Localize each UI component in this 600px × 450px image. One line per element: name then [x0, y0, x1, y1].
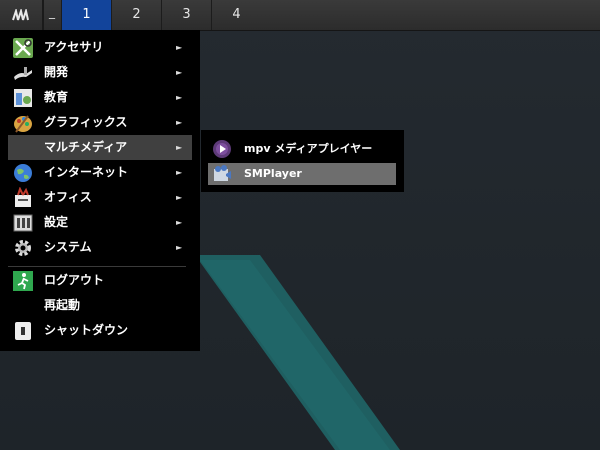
menu-item-graphics[interactable]: グラフィックス ► — [8, 110, 200, 135]
menu-item-label: ログアウト — [44, 273, 105, 287]
mpv-icon — [213, 140, 231, 158]
launcher-logo-icon — [12, 9, 29, 21]
menu-item-internet[interactable]: インターネット ► — [8, 160, 200, 185]
menu-item-system[interactable]: システム ► — [8, 235, 200, 260]
submenu-item-mpv[interactable]: mpv メディアプレイヤー — [208, 138, 396, 160]
submenu-arrow-icon: ► — [176, 93, 183, 102]
menu-divider — [8, 266, 186, 267]
smplayer-icon — [214, 165, 231, 181]
multimedia-submenu: mpv メディアプレイヤー SMPlayer — [201, 130, 404, 192]
workspace-1-button[interactable]: 1 — [61, 0, 111, 30]
menu-item-label: 教育 — [44, 90, 69, 104]
submenu-arrow-icon: ► — [176, 118, 183, 127]
office-icon — [15, 187, 31, 207]
workspace-2-button[interactable]: 2 — [111, 0, 161, 30]
menu-item-label: システム — [44, 240, 92, 254]
submenu-arrow-icon: ► — [176, 193, 183, 202]
menu-item-settings[interactable]: 設定 ► — [8, 210, 200, 235]
application-menu: アクセサリ ► 開発 ► 教育 ► グラフィックス ► マルチメディア ► イン… — [0, 30, 200, 351]
menu-item-label: 再起動 — [44, 298, 81, 312]
submenu-item-label: mpv メディアプレイヤー — [244, 142, 373, 155]
accessories-icon — [13, 38, 33, 58]
workspace-4-button[interactable]: 4 — [211, 0, 261, 30]
menu-launcher-button[interactable] — [0, 0, 42, 30]
graphics-icon — [14, 115, 32, 133]
submenu-arrow-icon: ► — [176, 243, 183, 252]
logout-icon — [13, 271, 33, 291]
education-icon — [14, 89, 32, 107]
menu-item-logout[interactable]: ログアウト — [8, 268, 200, 293]
workspace-3-button[interactable]: 3 — [161, 0, 211, 30]
top-panel: _ 1 2 3 4 — [0, 0, 600, 31]
submenu-arrow-icon: ► — [176, 43, 183, 52]
menu-item-label: オフィス — [44, 190, 92, 204]
menu-item-development[interactable]: 開発 ► — [8, 60, 200, 85]
submenu-arrow-icon: ► — [176, 143, 183, 152]
submenu-arrow-icon: ► — [176, 218, 183, 227]
internet-icon — [14, 164, 32, 182]
submenu-arrow-icon: ► — [176, 168, 183, 177]
menu-item-multimedia[interactable]: マルチメディア ► — [8, 135, 192, 160]
development-icon — [14, 67, 32, 80]
menu-item-education[interactable]: 教育 ► — [8, 85, 200, 110]
submenu-item-label: SMPlayer — [244, 167, 302, 180]
menu-item-label: グラフィックス — [44, 115, 128, 129]
shutdown-icon — [15, 322, 31, 340]
menu-item-label: インターネット — [44, 165, 129, 179]
menu-item-label: マルチメディア — [44, 140, 128, 154]
menu-item-label: アクセサリ — [44, 40, 104, 54]
menu-item-label: シャットダウン — [44, 323, 129, 337]
menu-item-label: 設定 — [44, 215, 69, 229]
settings-icon — [13, 214, 33, 232]
submenu-arrow-icon: ► — [176, 68, 183, 77]
menu-item-reboot[interactable]: 再起動 — [8, 293, 200, 318]
menu-item-shutdown[interactable]: シャットダウン — [8, 318, 200, 343]
system-gear-icon — [15, 240, 31, 256]
show-desktop-button[interactable]: _ — [44, 0, 60, 30]
menu-item-office[interactable]: オフィス ► — [8, 185, 200, 210]
menu-item-accessories[interactable]: アクセサリ ► — [8, 35, 200, 60]
menu-item-label: 開発 — [44, 65, 69, 79]
submenu-item-smplayer[interactable]: SMPlayer — [208, 163, 396, 185]
